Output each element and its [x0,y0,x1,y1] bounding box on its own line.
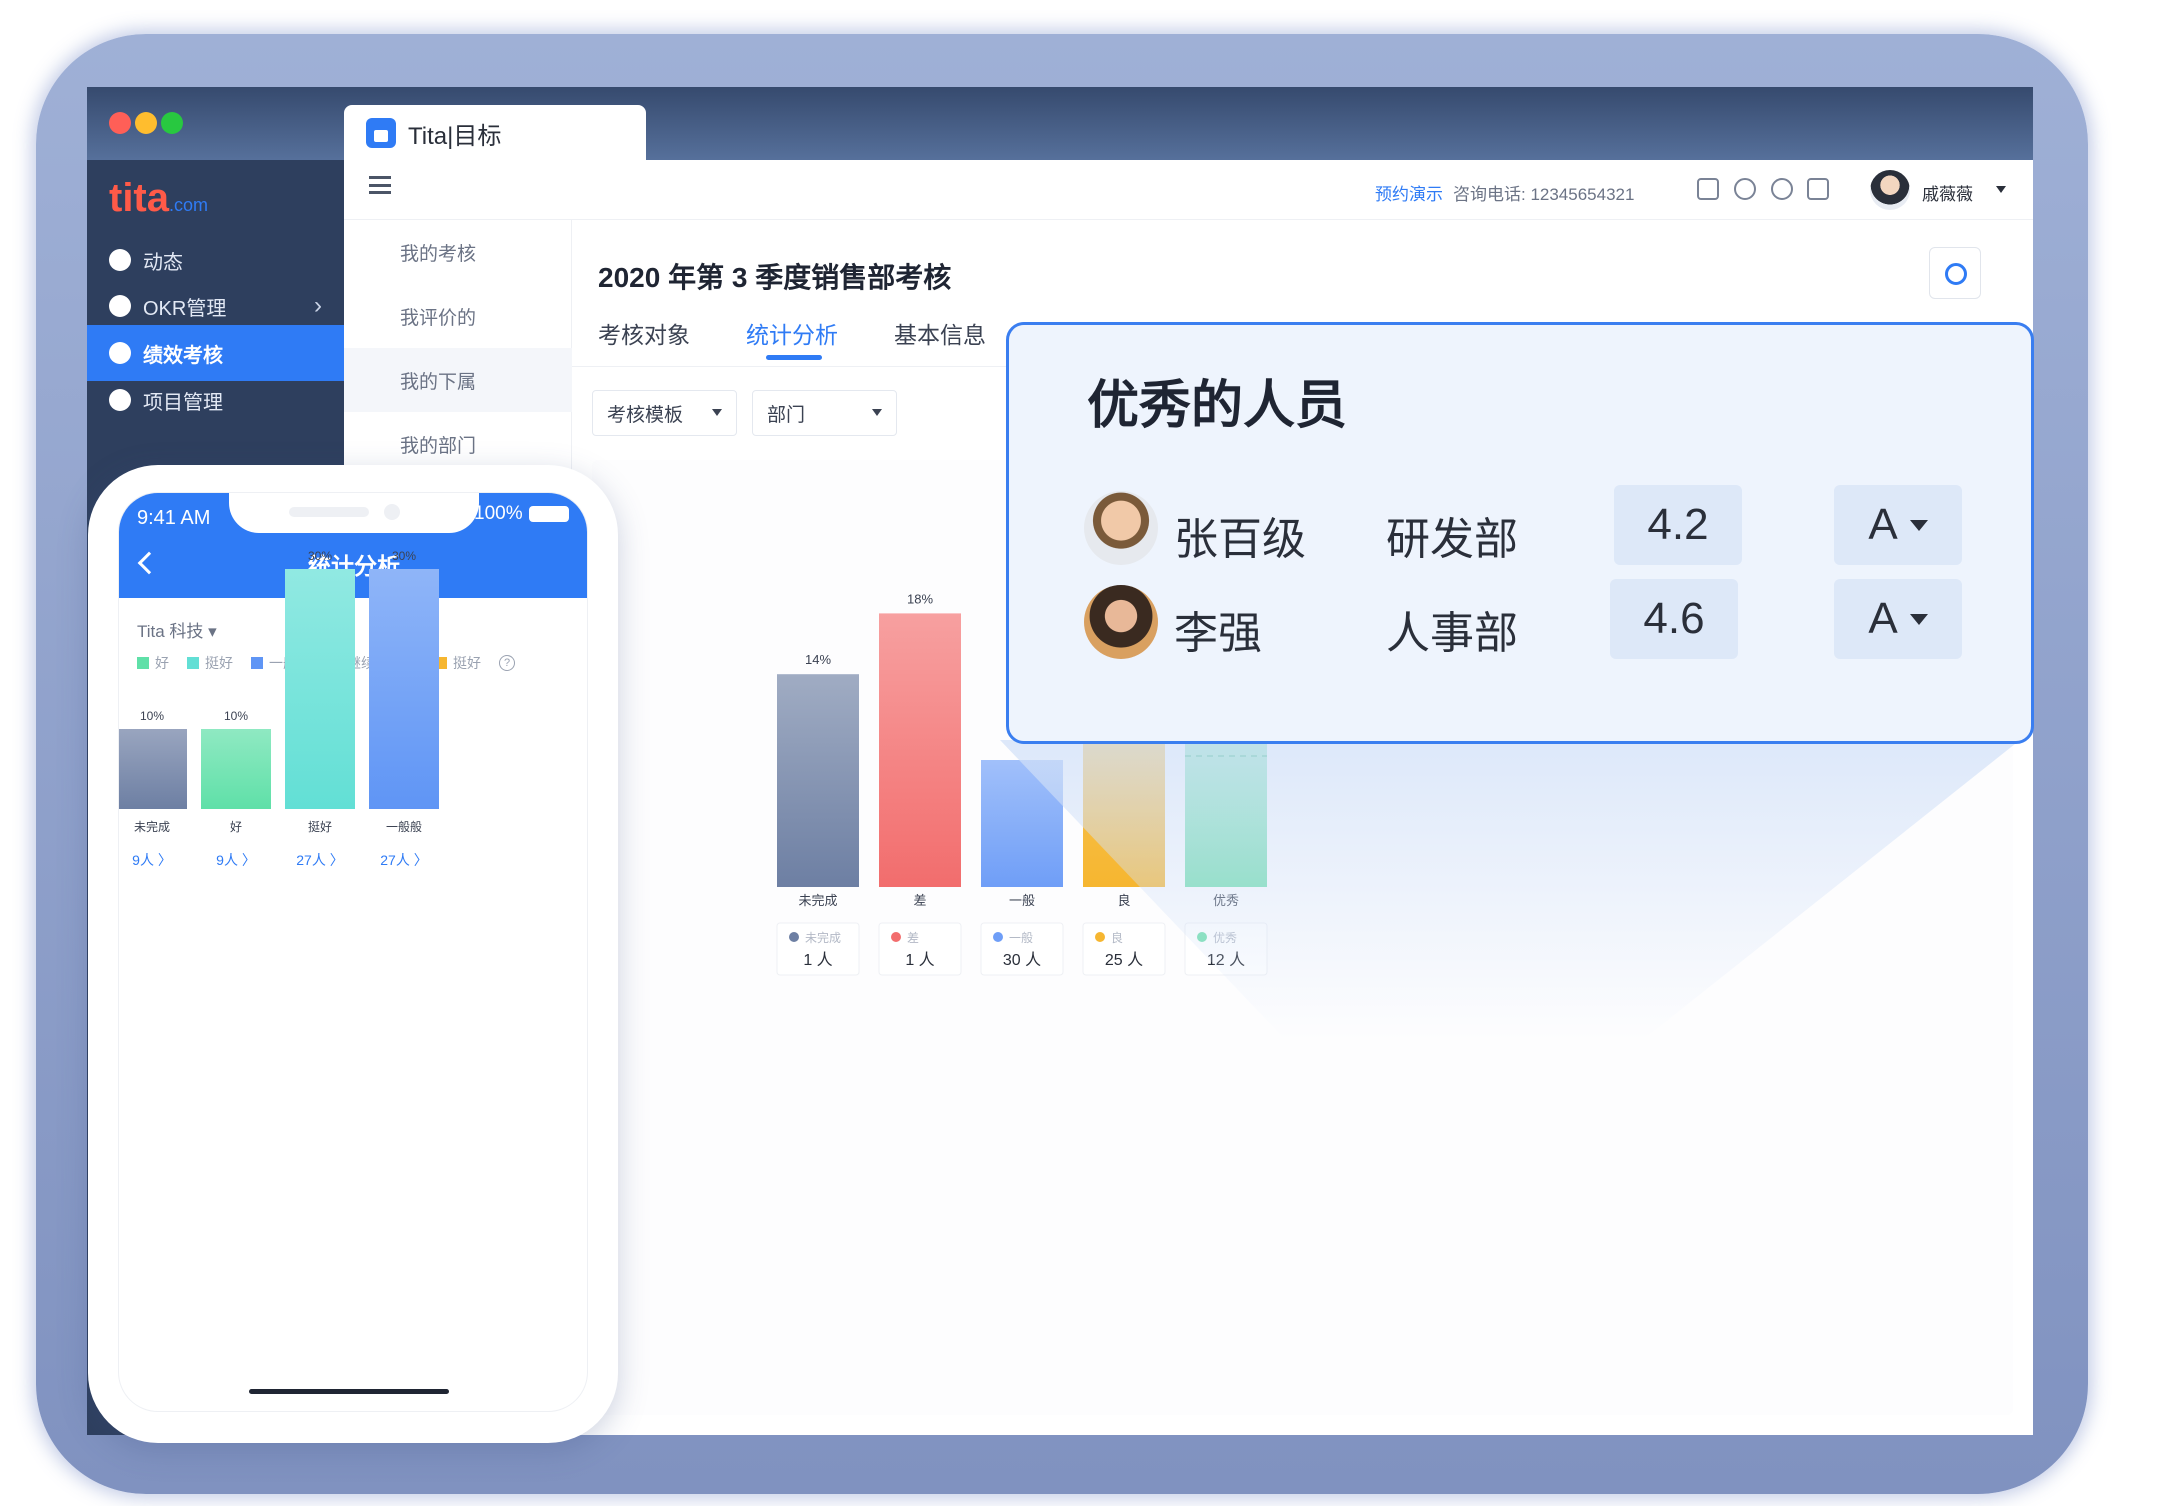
caret-down-icon [1909,519,1928,531]
submenu-my-reports[interactable]: 我的下属 [344,348,572,412]
performer-score: 4.2 [1614,485,1742,565]
avatar [1084,585,1158,659]
browser-tab-title: Tita|目标 [408,122,502,150]
count-link: 9人 〉 [132,852,172,868]
popup-title: 优秀的人员 [1087,377,1348,435]
legend-dot [891,932,901,942]
performer-row[interactable]: 张百级 研发部 4.2 A [1084,485,1984,569]
tita-logo[interactable]: tita.com [109,176,208,221]
count-value: 1 人 [905,951,934,969]
minimize-window-button[interactable] [135,112,157,134]
x-tick-label: 一般般 [386,819,422,834]
performer-dept: 人事部 [1386,609,1518,658]
bar-未完成 [777,674,859,887]
mobile-bar-chart: 10% 未完成 9人 〉 10% 好 9人 〉 30% 挺好 27人 〉 30% 一般般 27人 〉 [119,549,439,868]
legend-dot [993,932,1003,942]
performer-score: 4.6 [1610,579,1738,659]
top-performers-popup: 优秀的人员 张百级 研发部 4.2 A 李强 人事部 4.6 A [1006,322,2034,744]
count-link: 27人 〉 [296,852,343,868]
x-tick-label: 未完成 [798,893,837,908]
close-window-button[interactable] [109,112,131,134]
menu-icon[interactable] [369,176,391,194]
grade-select[interactable]: A [1834,485,1962,565]
book-demo-link[interactable]: 预约演示 [1375,180,1443,205]
bar-挺好 [285,569,355,809]
count-card-label: 差 [907,931,919,945]
clock-icon[interactable] [1771,178,1793,200]
bar-未完成 [119,729,187,809]
chevron-right-icon: › [314,292,322,319]
performer-name: 李强 [1174,609,1262,658]
performer-row[interactable]: 李强 人事部 4.6 A [1084,579,1984,663]
target-icon [109,295,131,317]
count-card-label: 未完成 [805,930,841,945]
count-link: 27人 〉 [380,852,427,868]
count-card-label: 良 [1111,930,1123,945]
avatar [1084,491,1158,565]
x-tick-label: 良 [1117,893,1130,908]
chevron-down-icon[interactable] [1996,186,2006,193]
chart-icon [109,342,131,364]
performer-name: 张百级 [1174,515,1306,564]
bar-value-label: 30% [308,549,332,563]
message-icon [109,249,131,271]
legend-dot [789,932,799,942]
bar-好 [201,729,271,809]
bar-一般般 [369,569,439,809]
sidebar-item-projects[interactable]: 项目管理 [87,372,344,428]
legend-dot [1095,932,1105,942]
submenu-reviewed-by-me[interactable]: 我评价的 [344,284,572,348]
caret-down-icon [1909,613,1928,625]
home-indicator [249,1389,449,1394]
x-tick-label: 差 [913,893,926,908]
bar-差 [879,613,961,887]
count-value: 30 人 [1003,951,1041,969]
x-tick-label: 好 [230,820,242,834]
x-tick-label: 未完成 [134,819,170,834]
bar-value-label: 30% [392,549,416,563]
tita-app-icon [366,118,396,148]
count-value: 1 人 [803,951,832,969]
bar-value-label: 14% [805,652,831,667]
count-link: 9人 〉 [216,852,256,868]
maximize-window-button[interactable] [161,112,183,134]
performer-dept: 研发部 [1386,515,1518,564]
mobile-screen: 9:41 AM 100% 统计分析 Tita 科技 ▾ 好挺好一般般继续努力啊挺… [118,492,588,1412]
count-card-label: 一般 [1009,930,1033,945]
count-value: 25 人 [1105,951,1143,969]
top-bar: 预约演示 咨询电话: 12345654321 戚薇薇 [344,160,2033,220]
x-tick-label: 挺好 [308,819,332,834]
search-icon[interactable] [1734,178,1756,200]
bar-value-label: 10% [140,709,164,723]
grade-select[interactable]: A [1834,579,1962,659]
hotline-text: 咨询电话: 12345654321 [1453,185,1635,204]
submenu-my-reviews[interactable]: 我的考核 [344,220,572,284]
x-tick-label: 一般 [1009,893,1035,908]
note-icon[interactable] [1807,178,1829,200]
bar-value-label: 18% [907,591,933,606]
user-avatar[interactable] [1870,170,1910,210]
user-name[interactable]: 戚薇薇 [1922,180,1973,205]
folder-icon [109,389,131,411]
browser-tab[interactable]: Tita|目标 [344,105,646,161]
calendar-icon[interactable] [1697,178,1719,200]
title-bar: Tita|目标 [87,87,2033,161]
bar-value-label: 10% [224,709,248,723]
